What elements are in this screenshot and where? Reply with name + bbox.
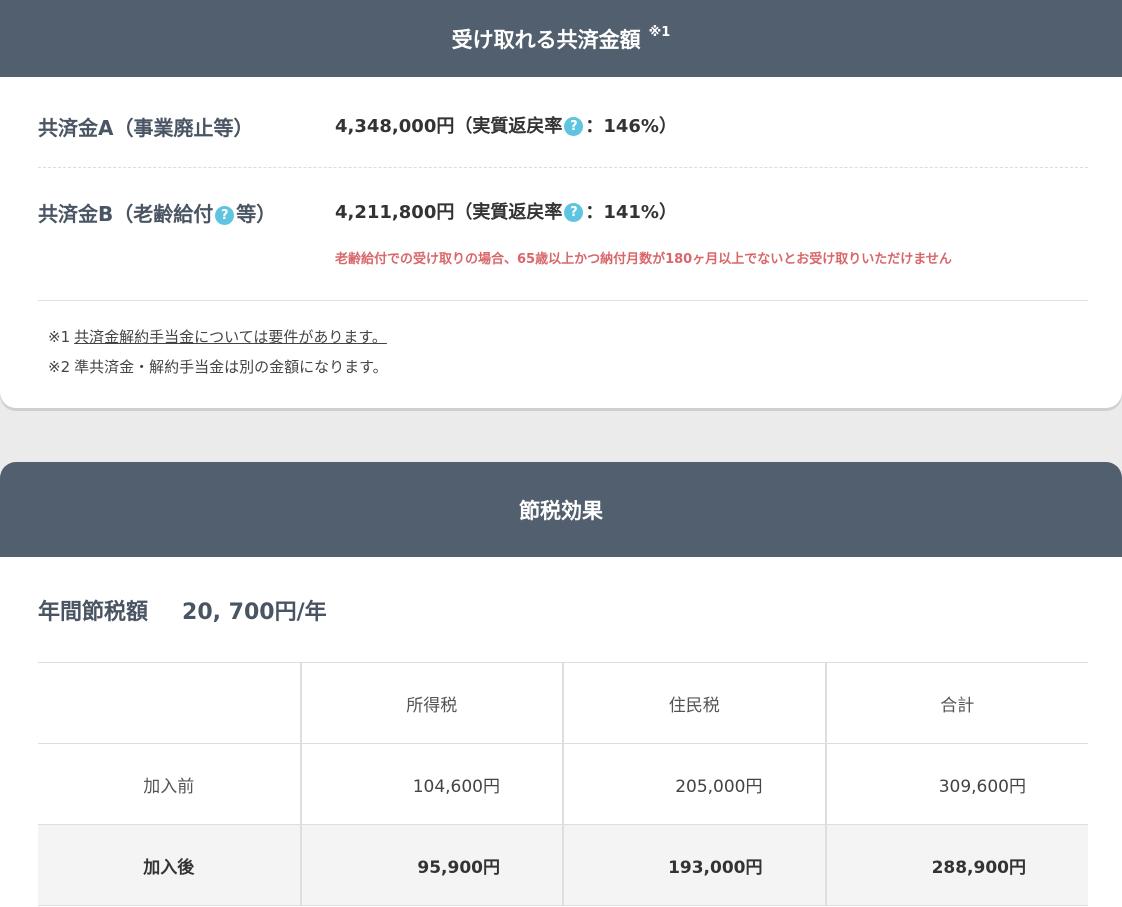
cell-income-tax: 104,600円 <box>299 743 563 825</box>
cell-total: 309,600円 <box>824 743 1088 825</box>
note-1: ※1 共済金解約手当金については要件があります。 <box>48 322 388 352</box>
row-label: 加入前 <box>38 743 301 825</box>
benefit-row-b: 共済金B（老齢給付? 等） 4,211,800円（実質返戻率? ：141%） 老齢給… <box>38 168 1088 301</box>
benefit-b-value: 4,211,800円（実質返戻率? ：141%） <box>335 198 677 224</box>
note-1-mark: ※1 <box>48 328 71 346</box>
header-cell-resident-tax: 住民税 <box>562 662 826 744</box>
annual-savings: 年間節税額 20, 700円/年 <box>38 594 327 626</box>
cell-resident-tax: 193,000円 <box>562 824 826 906</box>
note-2-mark: ※2 <box>48 358 71 376</box>
row-label: 加入後 <box>38 824 301 906</box>
benefit-b-warning: 老齢給付での受け取りの場合、65歳以上かつ納付月数が180ヶ月以上でないとお受け… <box>335 252 952 267</box>
note-1-link[interactable]: 共済金解約手当金については要件があります。 <box>74 328 387 346</box>
header-cell-income-tax: 所得税 <box>299 662 563 744</box>
annual-savings-value: 20, 700円/年 <box>182 600 327 625</box>
question-circle-icon[interactable]: ? <box>215 206 235 225</box>
annual-savings-label: 年間節税額 <box>38 600 149 625</box>
benefit-b-label-pre: 共済金B（老齢給付 <box>38 202 214 226</box>
note-2-text: 準共済金・解約手当金は別の金額になります。 <box>74 358 388 376</box>
cell-total: 288,900円 <box>824 824 1088 906</box>
table-row: 加入後 95,900円 193,000円 288,900円 <box>38 824 1088 906</box>
tax-savings-header: 節税効果 <box>0 462 1122 557</box>
benefit-a-value: 4,348,000円（実質返戻率? ：146%） <box>335 112 677 138</box>
cell-resident-tax: 205,000円 <box>562 743 826 825</box>
benefit-a-label: 共済金A（事業廃止等） <box>38 116 254 140</box>
header-cell-total: 合計 <box>824 662 1088 744</box>
tax-table: 所得税 住民税 合計 加入前 104,600円 205,000円 309,600… <box>38 662 1088 906</box>
tax-savings-title: 節税効果 <box>519 498 603 523</box>
header-cell-empty <box>38 662 301 744</box>
benefit-a-amount: 4,348,000円（実質返戻率 <box>335 116 563 137</box>
note-2: ※2 準共済金・解約手当金は別の金額になります。 <box>48 352 388 382</box>
benefits-title: 受け取れる共済金額 <box>451 27 641 52</box>
benefit-row-a: 共済金A（事業廃止等） 4,348,000円（実質返戻率? ：146%） <box>38 77 1088 168</box>
question-circle-icon[interactable]: ? <box>564 203 584 222</box>
benefit-b-rate: ：141%） <box>585 202 677 223</box>
benefits-header: 受け取れる共済金額 ※1 <box>0 0 1122 77</box>
benefits-title-note: ※1 <box>648 25 671 40</box>
benefit-notes: ※1 共済金解約手当金については要件があります。 ※2 準共済金・解約手当金は別の金… <box>48 322 388 382</box>
question-circle-icon[interactable]: ? <box>564 117 584 136</box>
benefit-b-amount: 4,211,800円（実質返戻率 <box>335 202 563 223</box>
tax-savings-card: 節税効果 年間節税額 20, 700円/年 所得税 住民税 合計 加入前 104,… <box>0 462 1122 907</box>
benefits-card: 受け取れる共済金額 ※1 共済金A（事業廃止等） 4,348,000円（実質返戻… <box>0 0 1122 408</box>
benefit-b-label: 共済金B（老齢給付? 等） <box>38 198 276 227</box>
table-row: 加入前 104,600円 205,000円 309,600円 <box>38 743 1088 825</box>
benefit-a-rate: ：146%） <box>585 116 677 137</box>
tax-table-header: 所得税 住民税 合計 <box>38 662 1088 744</box>
cell-income-tax: 95,900円 <box>299 824 563 906</box>
benefit-b-label-post: 等） <box>236 202 277 226</box>
